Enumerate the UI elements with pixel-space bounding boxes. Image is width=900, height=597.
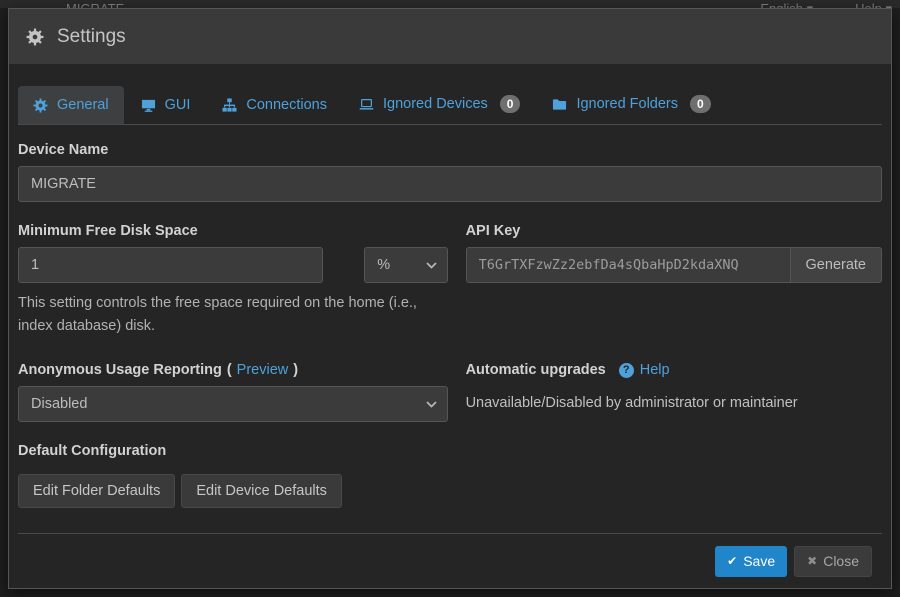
api-key-label: API Key	[466, 223, 882, 239]
monitor-icon	[141, 98, 156, 113]
default-config-label: Default Configuration	[18, 443, 882, 459]
help-menu[interactable]: Help ▾	[855, 1, 892, 8]
help-link-label: Help	[640, 362, 670, 378]
min-free-disk-unit-select[interactable]: %	[364, 247, 448, 283]
tab-general[interactable]: General	[18, 86, 124, 124]
folder-icon	[552, 97, 567, 112]
check-icon: ✔	[727, 554, 737, 568]
language-menu[interactable]: English ▾	[760, 1, 813, 8]
tab-ignored-devices[interactable]: Ignored Devices 0	[344, 84, 535, 124]
save-button[interactable]: ✔ Save	[715, 546, 787, 577]
dialog-header: Settings	[9, 9, 891, 64]
min-free-disk-input[interactable]	[18, 247, 323, 283]
generate-api-key-button[interactable]: Generate	[791, 247, 882, 283]
close-button[interactable]: ✖ Close	[794, 546, 872, 577]
question-circle-icon: ?	[619, 363, 634, 378]
min-free-disk-label: Minimum Free Disk Space	[18, 223, 448, 239]
gear-icon	[33, 98, 48, 113]
settings-dialog: Settings Genera	[8, 8, 892, 589]
dialog-footer: ✔ Save ✖ Close	[18, 533, 882, 588]
auto-upgrades-label-row: Automatic upgrades ? Help	[466, 362, 882, 378]
settings-tabs: General GUI Connections	[18, 84, 882, 125]
tab-label: Connections	[246, 97, 327, 113]
ignored-devices-count-badge: 0	[500, 95, 521, 113]
usage-reporting-select[interactable]: Disabled	[18, 386, 448, 422]
tab-ignored-folders[interactable]: Ignored Folders 0	[537, 84, 725, 124]
backdrop-page: MIGRATE English ▾ Help ▾	[0, 0, 900, 8]
preview-paren-close: )	[293, 362, 298, 378]
tab-label: General	[57, 97, 109, 113]
edit-device-defaults-button[interactable]: Edit Device Defaults	[181, 474, 342, 508]
upgrades-help-link[interactable]: ? Help	[619, 362, 670, 378]
api-key-input[interactable]	[466, 247, 791, 283]
tab-label: Ignored Folders	[576, 96, 678, 112]
backdrop-device-name: MIGRATE	[66, 1, 124, 8]
min-free-disk-help-text: This setting controls the free space req…	[18, 292, 448, 337]
usage-reporting-label: Anonymous Usage Reporting	[18, 362, 222, 378]
device-name-input[interactable]	[18, 166, 882, 202]
auto-upgrades-label: Automatic upgrades	[466, 362, 606, 378]
gear-icon	[26, 28, 44, 46]
dialog-body: General GUI Connections	[9, 64, 891, 588]
usage-reporting-label-row: Anonymous Usage Reporting ( Preview)	[18, 362, 448, 378]
auto-upgrades-status: Unavailable/Disabled by administrator or…	[466, 395, 882, 411]
ignored-folders-count-badge: 0	[690, 95, 711, 113]
preview-paren-open: (	[227, 362, 232, 378]
close-button-label: Close	[823, 553, 859, 569]
edit-folder-defaults-button[interactable]: Edit Folder Defaults	[18, 474, 175, 508]
tab-label: Ignored Devices	[383, 96, 488, 112]
laptop-icon	[359, 97, 374, 112]
tab-label: GUI	[165, 97, 191, 113]
save-button-label: Save	[743, 553, 775, 569]
sitemap-icon	[222, 98, 237, 113]
tab-connections[interactable]: Connections	[207, 86, 342, 124]
dialog-title: Settings	[57, 26, 126, 48]
tab-gui[interactable]: GUI	[126, 86, 206, 124]
preview-link[interactable]: Preview	[237, 362, 289, 378]
x-icon: ✖	[807, 554, 817, 568]
device-name-label: Device Name	[18, 142, 882, 158]
